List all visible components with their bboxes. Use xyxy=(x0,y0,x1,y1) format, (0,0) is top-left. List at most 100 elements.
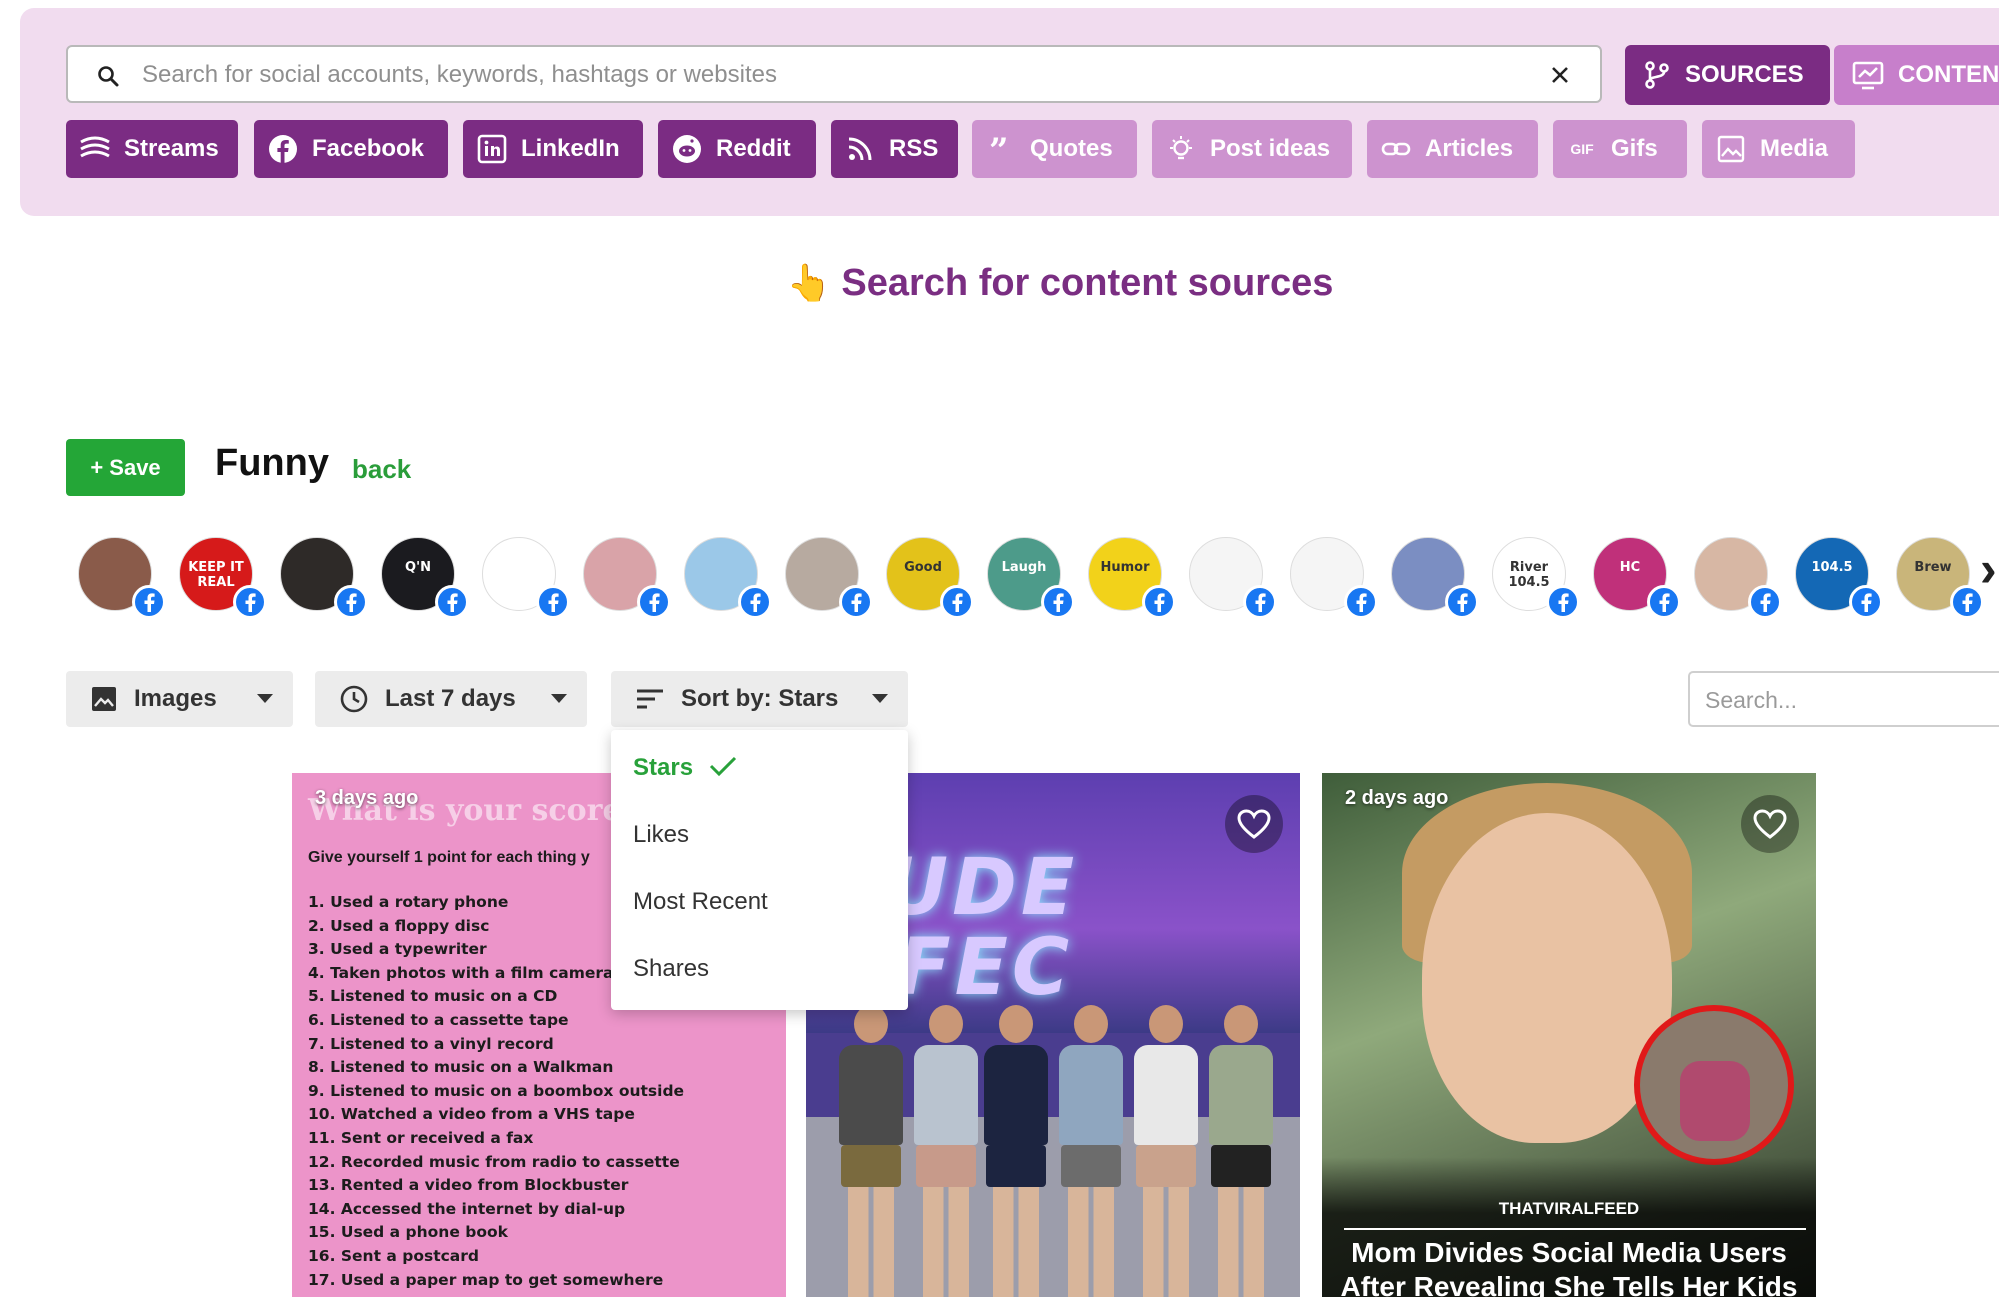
source-avatar[interactable]: Brew xyxy=(1896,537,1984,619)
content-search-box[interactable]: Search... xyxy=(1688,671,1999,727)
headline-text: Search for content sources xyxy=(841,262,1334,304)
tab-gifs[interactable]: GIF Gifs xyxy=(1553,120,1687,178)
card-timestamp: 3 days ago xyxy=(315,787,419,809)
tab-reddit[interactable]: Reddit xyxy=(658,120,816,178)
facebook-icon xyxy=(637,585,671,619)
source-avatar[interactable]: Good xyxy=(886,537,974,619)
source-avatar[interactable]: Laugh xyxy=(987,537,1075,619)
tab-streams-label: Streams xyxy=(124,135,219,162)
search-input[interactable]: Search for social accounts, keywords, ha… xyxy=(142,61,777,89)
source-avatar[interactable] xyxy=(482,537,570,619)
sort-label: Sort by: Stars xyxy=(681,685,839,712)
tab-quotes[interactable]: ” Quotes xyxy=(972,120,1137,178)
rss-icon xyxy=(843,132,877,166)
card-image-person xyxy=(981,1005,1051,1297)
facebook-icon xyxy=(1950,585,1984,619)
save-button[interactable]: + Save xyxy=(66,439,185,496)
avatar-label: HC xyxy=(1619,560,1641,575)
sources-label: SOURCES xyxy=(1685,61,1804,88)
source-avatar[interactable] xyxy=(583,537,671,619)
sort-option-most-recent[interactable]: Most Recent xyxy=(633,888,768,916)
tab-rss[interactable]: RSS xyxy=(831,120,958,178)
facebook-icon xyxy=(266,132,300,166)
content-type-label: Images xyxy=(134,685,217,712)
sort-option-likes[interactable]: Likes xyxy=(633,821,689,849)
content-icon xyxy=(1852,61,1884,90)
list-item: 7. Listened to a vinyl record xyxy=(308,1034,554,1053)
checkmark-icon xyxy=(709,756,736,777)
tab-media[interactable]: Media xyxy=(1702,120,1855,178)
list-item: 14. Accessed the internet by dial-up xyxy=(308,1199,626,1218)
source-search-box[interactable]: Search for social accounts, keywords, ha… xyxy=(66,45,1602,103)
pointing-hand-icon: 👆 xyxy=(786,262,832,303)
image-icon xyxy=(1714,132,1748,166)
source-avatar[interactable] xyxy=(1290,537,1378,619)
facebook-icon xyxy=(435,585,469,619)
card-timestamp: 2 days ago xyxy=(1345,787,1449,809)
source-avatar[interactable] xyxy=(1391,537,1479,619)
list-item: 11. Sent or received a fax xyxy=(308,1128,534,1147)
list-item: 12. Recorded music from radio to cassett… xyxy=(308,1152,680,1171)
card-image-divider xyxy=(1344,1228,1806,1230)
caret-down-icon xyxy=(872,694,888,703)
search-icon xyxy=(98,66,119,87)
back-link[interactable]: back xyxy=(352,454,411,485)
content-button[interactable]: CONTEN xyxy=(1834,45,1999,105)
facebook-icon xyxy=(1748,585,1782,619)
time-range-label: Last 7 days xyxy=(385,685,516,712)
source-avatar[interactable] xyxy=(785,537,873,619)
card-caption-line: Mom Divides Social Media Users xyxy=(1351,1237,1787,1268)
facebook-icon xyxy=(536,585,570,619)
source-avatar[interactable] xyxy=(78,537,166,619)
sort-option-shares[interactable]: Shares xyxy=(633,955,709,983)
source-avatar[interactable]: Q'N xyxy=(381,537,469,619)
time-range-filter[interactable]: Last 7 days xyxy=(315,671,587,727)
facebook-icon xyxy=(940,585,974,619)
page-headline: 👆 Search for content sources xyxy=(0,262,1999,305)
streams-icon xyxy=(78,132,112,166)
chevron-right-icon[interactable]: › xyxy=(1980,540,1997,598)
card-image-intro: Give yourself 1 point for each thing y xyxy=(308,849,590,866)
sort-icon xyxy=(637,689,663,709)
tab-articles[interactable]: Articles xyxy=(1367,120,1538,178)
facebook-icon xyxy=(1546,585,1580,619)
source-avatar[interactable] xyxy=(280,537,368,619)
heart-icon[interactable] xyxy=(1741,795,1799,853)
source-avatar[interactable] xyxy=(1189,537,1277,619)
list-item: 15. Used a phone book xyxy=(308,1223,508,1242)
clear-icon[interactable] xyxy=(1548,63,1572,87)
sort-filter[interactable]: Sort by: Stars xyxy=(611,671,908,727)
caret-down-icon xyxy=(551,694,567,703)
source-avatar[interactable]: KEEP IT REAL xyxy=(179,537,267,619)
sort-option-stars[interactable]: Stars xyxy=(633,754,738,782)
tab-post-ideas[interactable]: Post ideas xyxy=(1152,120,1352,178)
source-avatar[interactable] xyxy=(684,537,772,619)
content-card[interactable]: THATVIRALFEED Mom Divides Social Media U… xyxy=(1322,773,1816,1297)
source-avatar[interactable]: 104.5 xyxy=(1795,537,1883,619)
source-avatar[interactable]: Humor xyxy=(1088,537,1176,619)
facebook-icon xyxy=(738,585,772,619)
tab-media-label: Media xyxy=(1760,135,1829,162)
facebook-icon xyxy=(233,585,267,619)
heart-icon[interactable] xyxy=(1225,795,1283,853)
card-image-brand: THATVIRALFEED xyxy=(1498,1199,1640,1218)
tab-linkedin[interactable]: LinkedIn xyxy=(463,120,643,178)
tab-streams[interactable]: Streams xyxy=(66,120,238,178)
source-avatar[interactable] xyxy=(1694,537,1782,619)
source-avatar[interactable]: River 104.5 xyxy=(1492,537,1580,619)
card-caption-line: After Revealing She Tells Her Kids xyxy=(1340,1271,1798,1297)
card-image-person xyxy=(911,1005,981,1297)
image-icon xyxy=(92,687,116,711)
card-image-person xyxy=(1131,1005,1201,1297)
source-avatar[interactable]: HC xyxy=(1593,537,1681,619)
content-type-filter[interactable]: Images xyxy=(66,671,293,727)
tab-rss-label: RSS xyxy=(889,135,939,162)
list-item: 8. Listened to music on a Walkman xyxy=(308,1058,614,1077)
content-search-input[interactable]: Search... xyxy=(1705,687,1797,714)
linkedin-icon xyxy=(475,132,509,166)
sources-button[interactable]: SOURCES xyxy=(1625,45,1830,105)
link-icon xyxy=(1379,132,1413,166)
tab-facebook[interactable]: Facebook xyxy=(254,120,448,178)
caret-down-icon xyxy=(257,694,273,703)
facebook-icon xyxy=(1445,585,1479,619)
